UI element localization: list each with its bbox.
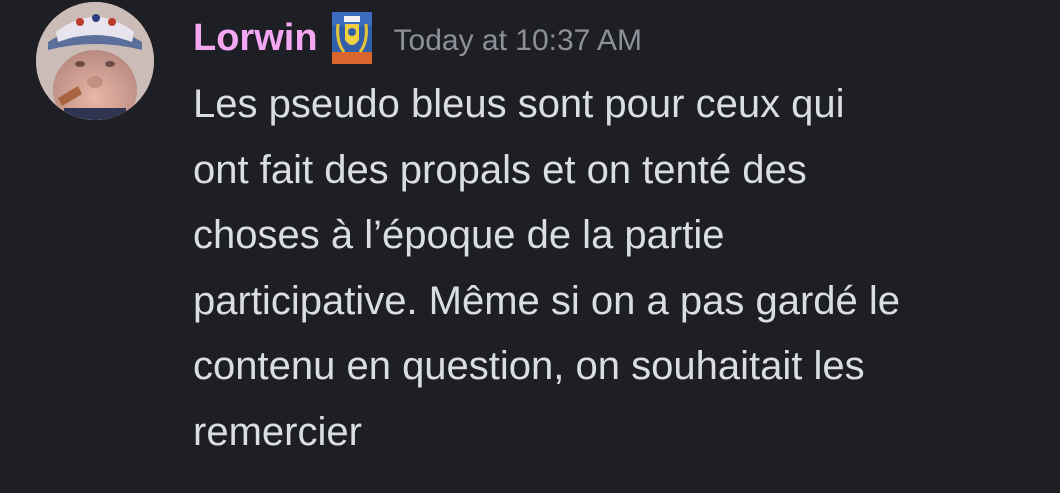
message-text-line: participative. Même si on a pas gardé le (193, 278, 901, 323)
username[interactable]: Lorwin (193, 10, 318, 66)
message-content: Les pseudo bleus sont pour ceux qui ont … (193, 72, 1043, 465)
chat-message: Lorwin Today at 10:37 AM Les pseudo bleu… (0, 0, 1060, 493)
avatar-image (36, 2, 154, 120)
user-avatar[interactable] (36, 2, 154, 120)
message-text-line: contenu en question, on souhaitait les (193, 344, 865, 388)
message-header: Lorwin Today at 10:37 AM (193, 10, 642, 66)
guild-shield-badge-icon[interactable] (331, 12, 372, 64)
message-text-line: remercier (193, 409, 362, 454)
message-text-line: Les pseudo bleus sont pour ceux qui (193, 82, 845, 126)
message-timestamp[interactable]: Today at 10:37 AM (394, 24, 643, 58)
message-text-line: choses à l’époque de la partie (193, 213, 725, 257)
message-text-line: ont fait des propals et on tenté des (193, 147, 807, 192)
